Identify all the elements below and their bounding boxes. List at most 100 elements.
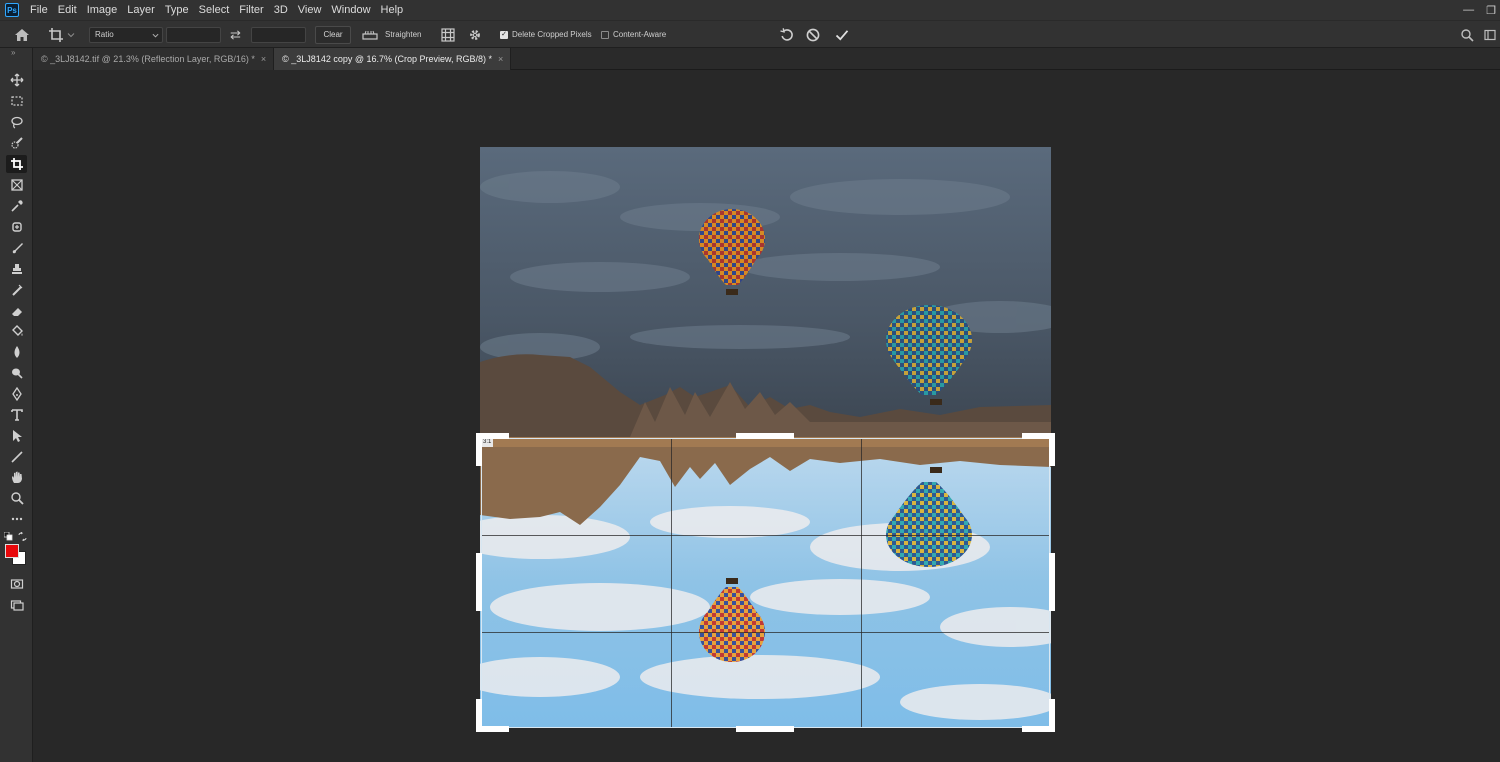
brush-tool-button[interactable] (6, 239, 27, 257)
hand-tool-icon (10, 470, 24, 484)
clone-stamp-tool-button[interactable] (6, 260, 27, 278)
screen-mode-icon (10, 598, 24, 612)
lasso-tool-button[interactable] (6, 113, 27, 131)
tab-crop-preview[interactable]: © _3LJ8142 copy @ 16.7% (Crop Preview, R… (274, 48, 511, 70)
screen-mode-button[interactable] (6, 596, 27, 614)
cancel-crop-button[interactable] (805, 21, 821, 48)
path-selection-tool-button[interactable] (6, 427, 27, 445)
type-tool-icon (10, 408, 24, 422)
marquee-tool-button[interactable] (6, 92, 27, 110)
hand-tool-button[interactable] (6, 468, 27, 486)
swap-colors-icon[interactable] (18, 532, 27, 541)
frame-tool-button[interactable] (6, 176, 27, 194)
crop-handle-top-right-h[interactable] (1022, 433, 1055, 439)
close-icon[interactable]: × (498, 54, 503, 64)
menu-edit[interactable]: Edit (53, 0, 82, 20)
crop-handle-top-left-h[interactable] (476, 433, 509, 439)
menu-view[interactable]: View (293, 0, 327, 20)
zoom-tool-icon (10, 491, 24, 505)
history-brush-tool-icon (10, 283, 24, 297)
tab-label: © _3LJ8142.tif @ 21.3% (Reflection Layer… (41, 54, 255, 64)
crop-tool-button[interactable] (6, 155, 27, 173)
search-button[interactable] (1460, 21, 1474, 48)
restore-icon[interactable]: ❐ (1486, 4, 1496, 17)
dodge-tool-button[interactable] (6, 364, 27, 382)
gear-icon (468, 28, 482, 42)
crop-handle-left[interactable] (476, 553, 482, 611)
swap-dimensions-button[interactable]: ⇄ (230, 21, 241, 48)
minimize-icon[interactable]: — (1463, 4, 1474, 16)
crop-handle-top[interactable] (736, 433, 794, 439)
home-icon (14, 28, 30, 42)
straighten-icon (362, 29, 378, 41)
crop-handle-bottom[interactable] (736, 726, 794, 732)
reset-icon (779, 27, 795, 43)
menu-layer[interactable]: Layer (122, 0, 160, 20)
delete-cropped-pixels-check: ✓ (500, 31, 508, 39)
quick-mask-button[interactable] (6, 575, 27, 593)
reset-crop-button[interactable] (779, 21, 795, 48)
type-tool-button[interactable] (6, 406, 27, 424)
zoom-tool-button[interactable] (6, 489, 27, 507)
content-aware-checkbox[interactable]: Content-Aware (601, 21, 666, 48)
crop-handle-bottom-left-h[interactable] (476, 726, 509, 732)
tool-preset-picker[interactable] (48, 21, 75, 48)
crop-tool-icon (10, 157, 24, 171)
home-button[interactable] (14, 21, 30, 48)
more-tools-button[interactable] (6, 510, 27, 528)
quick-selection-tool-button[interactable] (6, 134, 27, 152)
paint-bucket-tool-button[interactable] (6, 322, 27, 340)
crop-settings-button[interactable] (468, 21, 482, 48)
eyedropper-tool-button[interactable] (6, 197, 27, 215)
grid-line (861, 439, 862, 727)
crop-handle-bottom-right-h[interactable] (1022, 726, 1055, 732)
grid-line (482, 535, 1049, 536)
menu-bar: Ps File Edit Image Layer Type Select Fil… (0, 0, 1500, 20)
marquee-tool-icon (10, 94, 24, 108)
line-tool-button[interactable] (6, 448, 27, 466)
menu-help[interactable]: Help (376, 0, 409, 20)
crop-ratio-label: 3:1 (483, 438, 491, 447)
frame-tool-icon (10, 178, 24, 192)
paint-bucket-tool-icon (10, 324, 24, 338)
width-field[interactable] (166, 27, 221, 43)
menu-image[interactable]: Image (82, 0, 123, 20)
menu-filter[interactable]: Filter (234, 0, 268, 20)
pen-tool-button[interactable] (6, 385, 27, 403)
quick-mask-icon (10, 577, 24, 591)
menu-type[interactable]: Type (160, 0, 194, 20)
height-field[interactable] (251, 27, 306, 43)
chevron-down-icon (67, 31, 75, 39)
grid-line (671, 439, 672, 727)
delete-cropped-pixels-checkbox[interactable]: ✓ Delete Cropped Pixels (500, 21, 592, 48)
workspace-button[interactable] (1484, 21, 1496, 48)
tab-reflection-layer[interactable]: © _3LJ8142.tif @ 21.3% (Reflection Layer… (33, 48, 274, 70)
close-icon[interactable]: × (261, 54, 266, 64)
quick-selection-tool-icon (10, 136, 24, 150)
delete-cropped-pixels-label: Delete Cropped Pixels (512, 30, 592, 39)
crop-box[interactable] (481, 438, 1050, 728)
collapse-panel-icon[interactable]: » (11, 48, 15, 57)
commit-crop-button[interactable] (834, 21, 850, 48)
content-aware-label: Content-Aware (613, 30, 666, 39)
ratio-select[interactable]: Ratio (89, 21, 163, 48)
overlay-options-button[interactable] (441, 21, 455, 48)
crop-handle-right[interactable] (1049, 553, 1055, 611)
canvas-area[interactable]: 3:1 (33, 71, 1500, 762)
eraser-tool-button[interactable] (6, 302, 27, 320)
straighten-button[interactable]: Straighten (362, 21, 421, 48)
menu-window[interactable]: Window (326, 0, 375, 20)
foreground-color-swatch[interactable] (5, 544, 19, 558)
default-colors-icon[interactable] (4, 532, 13, 541)
menu-3d[interactable]: 3D (269, 0, 293, 20)
blur-tool-button[interactable] (6, 343, 27, 361)
move-tool-icon (10, 73, 24, 87)
search-icon (1460, 28, 1474, 42)
menu-select[interactable]: Select (194, 0, 235, 20)
history-brush-tool-button[interactable] (6, 281, 27, 299)
crop-ratio-badge: 3:1 (481, 438, 493, 447)
clear-button[interactable]: Clear (315, 26, 351, 44)
healing-brush-tool-button[interactable] (6, 218, 27, 236)
menu-file[interactable]: File (25, 0, 53, 20)
move-tool-button[interactable] (6, 71, 27, 89)
